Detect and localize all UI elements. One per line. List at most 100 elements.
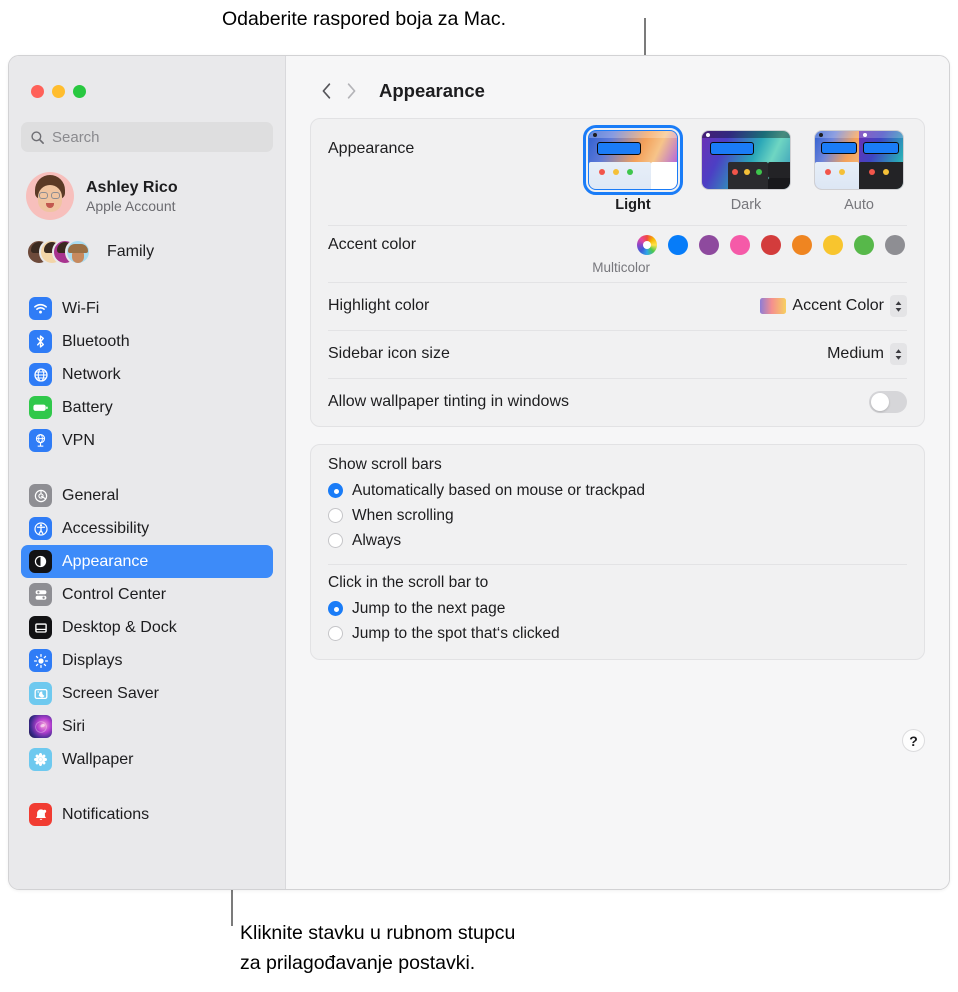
sidebar-icon-size-row: Sidebar icon size Medium: [311, 330, 924, 378]
dark-thumbnail[interactable]: [701, 130, 791, 190]
accent-swatch-purple[interactable]: [699, 235, 719, 255]
sidebar-item-label: Battery: [62, 398, 113, 416]
accent-color-row: Accent color Multicolor: [311, 225, 924, 282]
chevron-right-icon[interactable]: [346, 82, 357, 100]
sidebar-group-system: General Accessibility Appearance Control…: [21, 479, 273, 776]
sidebar-item-battery[interactable]: Battery: [21, 391, 273, 424]
sidebar-item-label: Screen Saver: [62, 684, 159, 702]
accent-swatch-graphite[interactable]: [885, 235, 905, 255]
chevron-updown-icon[interactable]: [890, 343, 907, 365]
callout-top-text: Odaberite raspored boja za Mac.: [222, 8, 506, 30]
sidebar-item-label: Appearance: [62, 552, 149, 570]
auto-thumbnail[interactable]: [814, 130, 904, 190]
accent-swatch-pink[interactable]: [730, 235, 750, 255]
family-avatars: [26, 237, 98, 267]
sidebar-item-notifications[interactable]: Notifications: [21, 798, 273, 831]
radio-option-always[interactable]: Always: [328, 528, 907, 553]
accent-swatch-multicolor[interactable]: [637, 235, 657, 255]
appearance-settings-card: Appearance Light Dark Auto Accent color …: [310, 118, 925, 427]
accent-swatch-orange[interactable]: [792, 235, 812, 255]
close-button[interactable]: [31, 85, 44, 98]
sidebar-item-displays[interactable]: Displays: [21, 644, 273, 677]
minimize-button[interactable]: [52, 85, 65, 98]
sidebar-item-control-center[interactable]: Control Center: [21, 578, 273, 611]
appearance-option-label: Auto: [844, 197, 874, 213]
radio-button[interactable]: [328, 508, 343, 523]
highlight-color-row: Highlight color Accent Color: [311, 282, 924, 330]
radio-option-automatic[interactable]: Automatically based on mouse or trackpad: [328, 478, 907, 503]
sidebar-item-general[interactable]: General: [21, 479, 273, 512]
detail-header: Appearance: [310, 78, 925, 104]
radio-button[interactable]: [328, 483, 343, 498]
sidebar-item-screen-saver[interactable]: Screen Saver: [21, 677, 273, 710]
accent-color-caption: Multicolor: [592, 260, 650, 275]
sidebar-item-desktop-and-dock[interactable]: Desktop & Dock: [21, 611, 273, 644]
radio-button[interactable]: [328, 601, 343, 616]
sidebar-icon-size-popup[interactable]: Medium: [827, 343, 907, 365]
sidebar-item-siri[interactable]: Siri: [21, 710, 273, 743]
sidebar-item-family[interactable]: Family: [21, 234, 273, 270]
sidebar-item-label: Desktop & Dock: [62, 618, 177, 636]
light-thumbnail[interactable]: [583, 125, 683, 195]
sidebar-item-network[interactable]: Network: [21, 358, 273, 391]
avatar: [26, 172, 74, 220]
sidebar-item-vpn[interactable]: VPN: [21, 424, 273, 457]
appearance-option-auto[interactable]: Auto: [811, 130, 907, 213]
vpn-icon: [29, 429, 52, 452]
accent-swatch-yellow[interactable]: [823, 235, 843, 255]
sidebar-icon-size-label: Sidebar icon size: [328, 345, 450, 362]
radio-option-when-scrolling[interactable]: When scrolling: [328, 503, 907, 528]
radio-label: Jump to the spot that‘s clicked: [352, 624, 560, 642]
sidebar-item-label: Siri: [62, 717, 86, 735]
appearance-option-dark[interactable]: Dark: [698, 130, 794, 213]
search-input[interactable]: Search: [21, 122, 273, 152]
wallpaper-tinting-row: Allow wallpaper tinting in windows: [311, 378, 924, 426]
search-icon: [30, 130, 45, 145]
sidebar-item-wallpaper[interactable]: Wallpaper: [21, 743, 273, 776]
accent-swatch-red[interactable]: [761, 235, 781, 255]
help-button[interactable]: ?: [902, 729, 925, 752]
accent-swatch-green[interactable]: [854, 235, 874, 255]
radio-button[interactable]: [328, 626, 343, 641]
divider: [328, 564, 907, 565]
sidebar-item-label: Control Center: [62, 585, 167, 603]
radio-button[interactable]: [328, 533, 343, 548]
appearance-mode-options: Light Dark Auto: [583, 125, 907, 213]
notifications-icon: [29, 803, 52, 826]
sidebar-item-wi-fi[interactable]: Wi-Fi: [21, 292, 273, 325]
wifi-icon: [29, 297, 52, 320]
radio-option-next-page[interactable]: Jump to the next page: [328, 596, 907, 621]
sidebar-item-apple-account[interactable]: Ashley Rico Apple Account: [21, 169, 273, 223]
sidebar-item-accessibility[interactable]: Accessibility: [21, 512, 273, 545]
appearance-label: Appearance: [328, 140, 415, 157]
appearance-icon: [29, 550, 52, 573]
accessibility-icon: [29, 517, 52, 540]
chevron-left-icon[interactable]: [321, 82, 332, 100]
page-title: Appearance: [379, 80, 485, 101]
sidebar-item-label: Wi-Fi: [62, 299, 100, 317]
gear-icon: [29, 484, 52, 507]
desktop-dock-icon: [29, 616, 52, 639]
wallpaper-icon: [29, 748, 52, 771]
sidebar-item-label: Network: [62, 365, 121, 383]
radio-option-spot-clicked[interactable]: Jump to the spot that‘s clicked: [328, 621, 907, 646]
family-label: Family: [107, 243, 155, 260]
screen-saver-icon: [29, 682, 52, 705]
highlight-color-popup[interactable]: Accent Color: [760, 295, 907, 317]
appearance-option-label: Dark: [730, 197, 762, 213]
radio-label: When scrolling: [352, 506, 454, 524]
page-root: Odaberite raspored boja za Mac. Kliknite…: [0, 0, 958, 992]
network-icon: [29, 363, 52, 386]
wallpaper-tinting-toggle[interactable]: [869, 391, 907, 413]
sidebar-group-notifications: Notifications: [21, 798, 273, 831]
callout-bottom-text: Kliknite stavku u rubnom stupcu za prila…: [240, 922, 516, 974]
chevron-updown-icon[interactable]: [890, 295, 907, 317]
accent-swatch-blue[interactable]: [668, 235, 688, 255]
control-center-icon: [29, 583, 52, 606]
zoom-button[interactable]: [73, 85, 86, 98]
highlight-color-swatch: [760, 298, 787, 314]
sidebar-item-appearance[interactable]: Appearance: [21, 545, 273, 578]
highlight-color-label: Highlight color: [328, 297, 430, 314]
sidebar-item-bluetooth[interactable]: Bluetooth: [21, 325, 273, 358]
appearance-option-light[interactable]: Light: [583, 125, 683, 213]
